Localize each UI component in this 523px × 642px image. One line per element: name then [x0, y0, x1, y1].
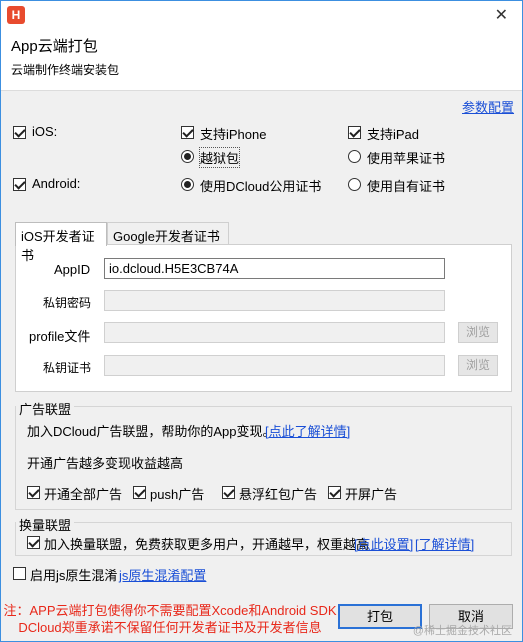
profile-input[interactable]: [104, 322, 445, 343]
tab-google-cert[interactable]: Google开发者证书: [107, 222, 229, 245]
splash-ads-label: 开屏广告: [345, 487, 398, 502]
pack-button[interactable]: 打包: [338, 604, 422, 629]
swap-union-label: 加入换量联盟，免费获取更多用户，开通越早，权重越高: [44, 537, 370, 552]
ad-union-learn-more-link[interactable]: [点此了解详情]: [265, 421, 350, 440]
key-password-label: 私钥密码: [43, 296, 92, 310]
title-bar: H ✕: [1, 1, 522, 29]
js-obfuscation-config-link[interactable]: js原生混淆配置: [119, 565, 206, 584]
app-cloud-pack-dialog: H ✕ App云端打包 云端制作终端安装包 参数配置 iOS: 支持iPhone…: [0, 0, 523, 642]
private-cert-input[interactable]: [104, 355, 445, 376]
all-ads-checkbox[interactable]: [27, 486, 40, 499]
ios-checkbox[interactable]: [13, 126, 26, 139]
floating-redpacket-ads-label: 悬浮红包广告: [239, 487, 318, 502]
android-label: Android:: [32, 176, 81, 191]
profile-browse-button[interactable]: 浏览: [458, 322, 498, 343]
all-ads-label: 开通全部广告: [44, 487, 123, 502]
key-password-input[interactable]: [104, 290, 445, 311]
appid-input[interactable]: io.dcloud.H5E3CB74A: [104, 258, 445, 279]
apple-cert-radio[interactable]: [348, 150, 361, 163]
dialog-header: App云端打包 云端制作终端安装包: [1, 29, 522, 91]
swap-union-details-link[interactable]: [了解详情]: [415, 534, 474, 553]
profile-label: profile文件: [29, 329, 91, 344]
private-cert-label: 私钥证书: [43, 361, 92, 375]
tab-ios-cert[interactable]: iOS开发者证书: [15, 222, 107, 263]
dcloud-cert-radio[interactable]: [181, 178, 194, 191]
ad-union-title: 广告联盟: [16, 399, 75, 418]
own-cert-label: 使用自有证书: [367, 179, 446, 194]
dialog-title: App云端打包: [11, 38, 98, 55]
ipad-label: 支持iPad: [367, 127, 420, 142]
appid-label: AppID: [54, 262, 91, 277]
js-obfuscation-label: 启用js原生混淆: [30, 568, 118, 583]
apple-cert-label: 使用苹果证书: [367, 151, 446, 166]
ad-union-description: 加入DCloud广告联盟，帮助你的App变现。: [27, 424, 276, 439]
splash-ads-checkbox[interactable]: [328, 486, 341, 499]
ad-union-hint: 开通广告越多变现收益越高: [27, 456, 184, 471]
push-ads-checkbox[interactable]: [133, 486, 146, 499]
ipad-checkbox[interactable]: [348, 126, 361, 139]
ios-cert-panel: AppID io.dcloud.H5E3CB74A 私钥密码 profile文件…: [15, 244, 512, 392]
dialog-subtitle: 云端制作终端安装包: [11, 63, 120, 77]
swap-union-settings-link[interactable]: [点此设置]: [354, 534, 413, 553]
jailbreak-label: 越狱包: [198, 147, 241, 168]
params-config-link[interactable]: 参数配置: [462, 97, 514, 116]
floating-redpacket-ads-checkbox[interactable]: [222, 486, 235, 499]
swap-union-checkbox[interactable]: [27, 536, 40, 549]
private-cert-browse-button[interactable]: 浏览: [458, 355, 498, 376]
swap-union-title: 换量联盟: [16, 515, 75, 534]
ios-label: iOS:: [32, 124, 58, 139]
push-ads-label: push广告: [150, 487, 205, 502]
own-cert-radio[interactable]: [348, 178, 361, 191]
dcloud-cert-label: 使用DCloud公用证书: [200, 179, 322, 194]
footer-note-line2: DCloud郑重承诺不保留任何开发者证书及开发者信息: [18, 620, 322, 635]
hbuilder-logo-icon: H: [7, 6, 25, 24]
android-checkbox[interactable]: [13, 178, 26, 191]
js-obfuscation-checkbox[interactable]: [13, 567, 26, 580]
close-icon[interactable]: ✕: [495, 5, 508, 25]
iphone-label: 支持iPhone: [200, 127, 267, 142]
iphone-checkbox[interactable]: [181, 126, 194, 139]
watermark: @稀土掘金技术社区: [412, 625, 512, 637]
jailbreak-radio[interactable]: [181, 150, 194, 163]
